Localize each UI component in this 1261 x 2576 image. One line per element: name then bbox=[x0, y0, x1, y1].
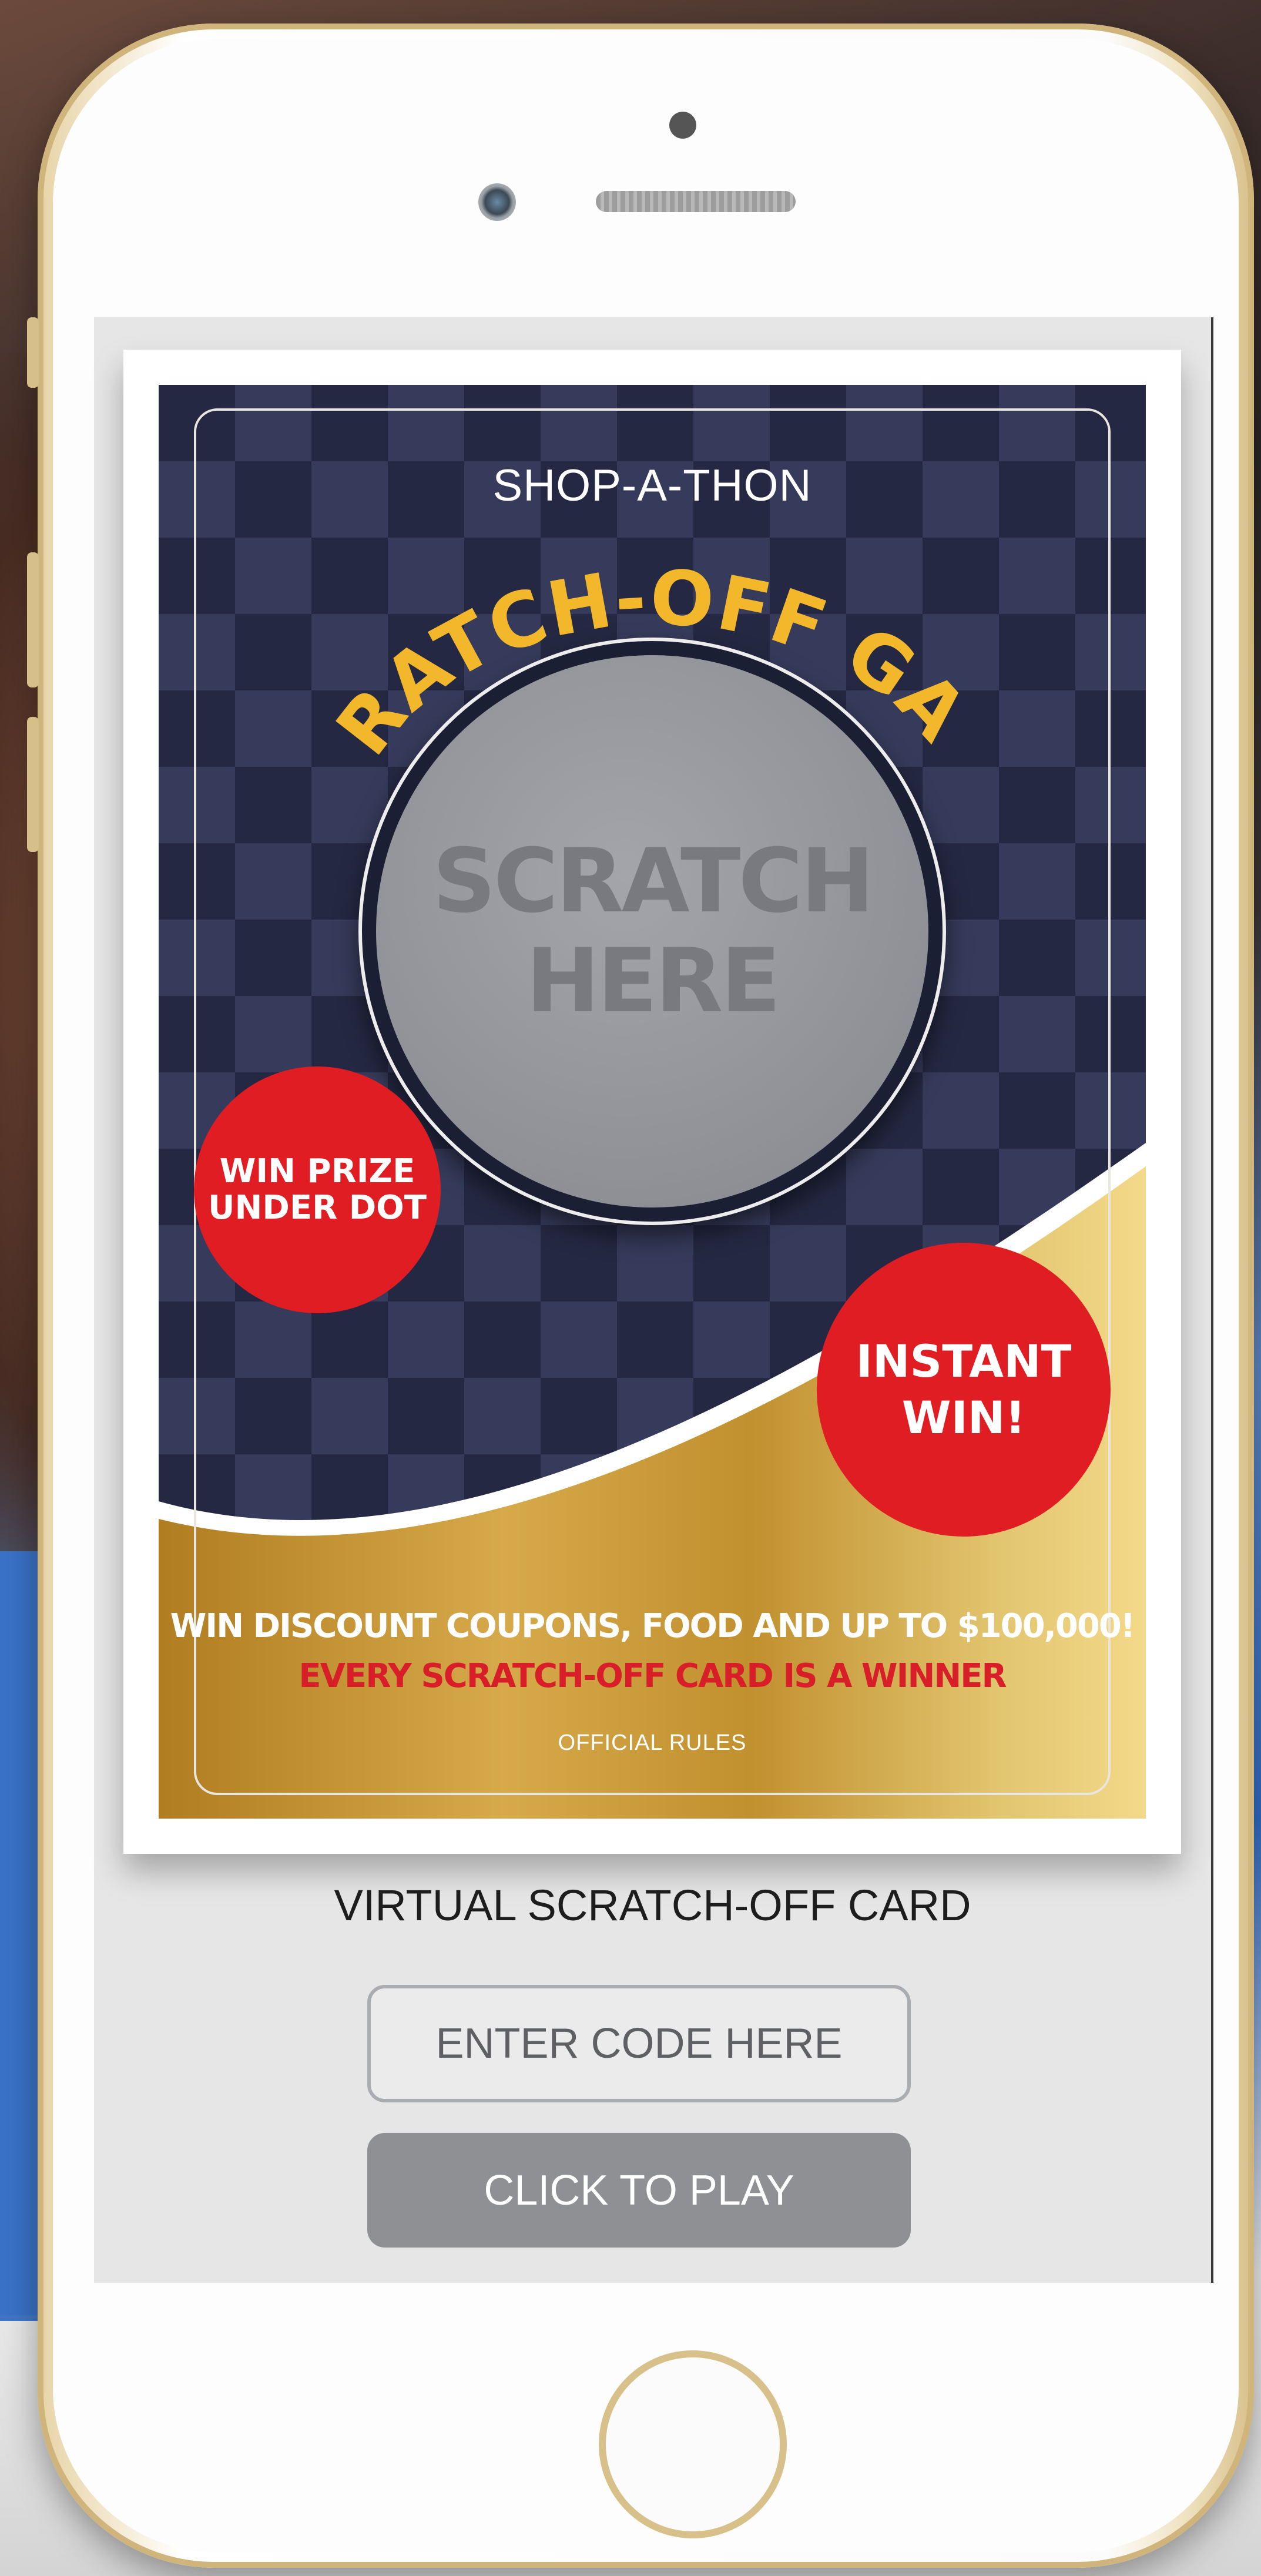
volume-up-button bbox=[27, 552, 39, 687]
scratch-area[interactable]: SCRATCH HERE bbox=[358, 638, 946, 1225]
volume-down-button bbox=[27, 717, 39, 852]
scratch-surface[interactable]: SCRATCH HERE bbox=[376, 655, 928, 1208]
instant-win-badge: INSTANT WIN! bbox=[817, 1243, 1111, 1537]
scratch-here-label: SCRATCH HERE bbox=[432, 830, 874, 1032]
sensor-dot bbox=[669, 112, 696, 139]
win-prize-badge: WIN PRIZE UNDER DOT bbox=[194, 1066, 441, 1313]
code-input[interactable] bbox=[367, 1985, 911, 2102]
winner-text: EVERY SCRATCH-OFF CARD IS A WINNER bbox=[299, 1657, 1007, 1695]
official-rules-link[interactable]: OFFICIAL RULES bbox=[159, 1730, 1146, 1756]
promo-text: WIN DISCOUNT COUPONS, FOOD AND UP TO $10… bbox=[170, 1607, 1136, 1645]
phone-screen: SCRATCH-OFF GAME SHOP-A-THON SCRATCH HER… bbox=[94, 317, 1213, 2283]
scratch-card: SCRATCH-OFF GAME SHOP-A-THON SCRATCH HER… bbox=[159, 385, 1146, 1819]
brand-name: SHOP-A-THON bbox=[492, 461, 812, 511]
home-button[interactable] bbox=[599, 2350, 787, 2538]
click-to-play-button[interactable]: CLICK TO PLAY bbox=[367, 2133, 911, 2248]
card-caption: VIRTUAL SCRATCH-OFF CARD bbox=[334, 1881, 971, 1930]
side-button bbox=[27, 317, 39, 388]
front-camera-icon bbox=[478, 183, 516, 221]
speaker-grille bbox=[596, 191, 796, 212]
scratch-card-frame: SCRATCH-OFF GAME SHOP-A-THON SCRATCH HER… bbox=[123, 350, 1181, 1854]
